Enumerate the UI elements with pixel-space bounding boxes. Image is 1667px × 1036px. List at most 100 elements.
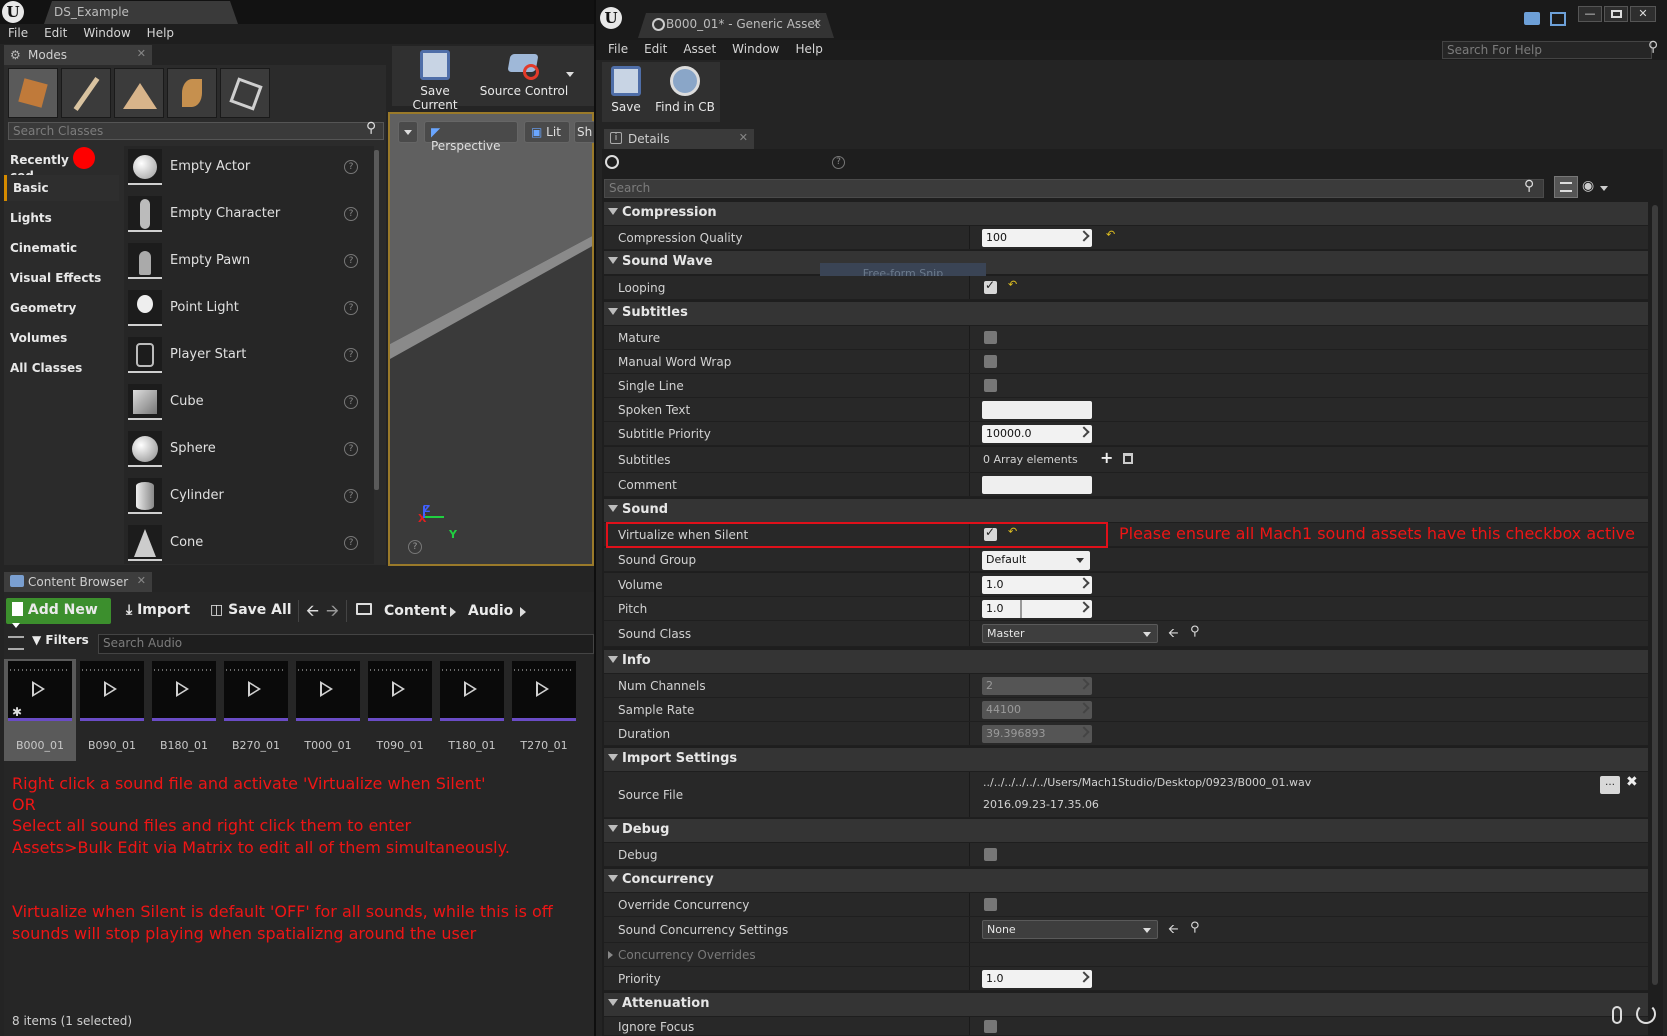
forward-arrow-icon[interactable]: 🡪 <box>326 600 339 627</box>
section-debug[interactable]: Debug <box>604 819 1648 842</box>
spoken-text-input[interactable] <box>982 401 1092 419</box>
column-splitter[interactable] <box>969 597 970 620</box>
refresh-icon[interactable] <box>1636 1004 1656 1024</box>
details-scrollbar[interactable] <box>1652 205 1658 985</box>
ignore-focus-checkbox[interactable] <box>984 1020 997 1033</box>
menu-file[interactable]: File <box>596 40 636 56</box>
clear-file-icon[interactable]: ✖ <box>1626 774 1638 790</box>
help-icon[interactable]: ? <box>344 395 358 409</box>
sources-toggle-icon[interactable] <box>8 636 24 650</box>
compression-quality-field[interactable]: 100 <box>982 229 1092 247</box>
menu-window[interactable]: Window <box>75 24 138 40</box>
section-info[interactable]: Info <box>604 650 1648 673</box>
column-splitter[interactable] <box>969 893 970 916</box>
back-arrow-icon[interactable]: 🡨 <box>306 600 319 627</box>
category-geometry[interactable]: Geometry <box>4 295 119 321</box>
eye-icon[interactable]: ◉ <box>1582 178 1594 194</box>
section-import-settings[interactable]: Import Settings <box>604 748 1648 771</box>
manual-word-wrap-checkbox[interactable] <box>984 355 997 368</box>
column-splitter[interactable] <box>969 473 970 496</box>
mature-checkbox[interactable] <box>984 331 997 344</box>
chat-icon[interactable] <box>1524 12 1540 25</box>
menu-file[interactable]: File <box>0 24 36 40</box>
menu-asset[interactable]: Asset <box>675 40 724 56</box>
chevron-down-icon[interactable] <box>566 72 574 77</box>
chevron-down-icon[interactable] <box>1600 186 1608 191</box>
column-splitter[interactable] <box>969 326 970 349</box>
column-splitter[interactable] <box>969 374 970 397</box>
help-icon[interactable]: ? <box>832 156 845 169</box>
maximize-button[interactable] <box>1604 6 1628 22</box>
actor-list-scrollbar[interactable] <box>374 150 379 490</box>
chevron-right-icon[interactable] <box>520 607 526 617</box>
column-splitter[interactable] <box>969 350 970 373</box>
asset-tile-t270[interactable] <box>512 661 576 721</box>
subtitle-priority-field[interactable]: 10000.0 <box>982 425 1092 443</box>
column-splitter[interactable] <box>969 398 970 421</box>
save-button[interactable]: Save <box>604 66 648 114</box>
menu-help[interactable]: Help <box>139 24 182 40</box>
browse-magnifier-icon[interactable]: ⚲ <box>1190 624 1200 639</box>
concurrency-settings-dropdown[interactable]: None <box>982 920 1158 939</box>
help-icon[interactable]: ? <box>344 160 358 174</box>
close-icon[interactable]: ✕ <box>813 17 822 30</box>
section-concurrency[interactable]: Concurrency <box>604 869 1648 892</box>
lit-button[interactable]: ▣ Lit <box>524 121 570 143</box>
column-splitter[interactable] <box>969 772 970 817</box>
close-window-button[interactable]: ✕ <box>1630 6 1656 22</box>
level-tab[interactable]: DS_Example <box>44 1 238 24</box>
help-icon[interactable]: ? <box>344 489 358 503</box>
place-mode-button[interactable] <box>8 68 58 118</box>
help-icon[interactable]: ? <box>344 207 358 221</box>
asset-tile-b000[interactable]: ✱ <box>8 661 72 721</box>
override-concurrency-checkbox[interactable] <box>984 898 997 911</box>
category-cinematic[interactable]: Cinematic <box>4 235 119 261</box>
asset-tile-b270[interactable] <box>224 661 288 721</box>
add-new-button[interactable]: Add New <box>6 598 111 628</box>
menu-window[interactable]: Window <box>724 40 787 56</box>
category-volumes[interactable]: Volumes <box>4 325 119 351</box>
foliage-mode-button[interactable] <box>167 68 217 118</box>
actor-item-empty-pawn[interactable]: Empty Pawn? <box>124 240 368 284</box>
viewport-options-button[interactable] <box>398 121 418 143</box>
help-icon[interactable]: ? <box>344 301 358 315</box>
actor-item-cylinder[interactable]: Cylinder? <box>124 475 368 519</box>
sound-group-dropdown[interactable]: Default <box>982 551 1090 570</box>
category-all-classes[interactable]: All Classes <box>4 355 119 381</box>
help-icon[interactable]: ? <box>344 442 358 456</box>
column-splitter[interactable] <box>969 422 970 445</box>
column-splitter[interactable] <box>969 722 970 745</box>
asset-tab[interactable]: B000_01* - Generic Asset ✕ <box>638 13 834 38</box>
looping-checkbox[interactable] <box>984 278 997 294</box>
close-icon[interactable]: ✕ <box>137 47 146 60</box>
import-button[interactable]: ⤓ Import <box>120 598 196 624</box>
actor-item-player-start[interactable]: Player Start? <box>124 334 368 378</box>
column-splitter[interactable] <box>969 573 970 596</box>
volume-field[interactable]: 1.0 <box>982 576 1092 594</box>
help-icon[interactable]: ? <box>344 536 358 550</box>
close-icon[interactable]: ✕ <box>137 574 146 587</box>
modes-tab[interactable]: ⚙ Modes ✕ <box>4 45 152 65</box>
actor-item-empty-actor[interactable]: Empty Actor? <box>124 146 368 190</box>
asset-tile-b090[interactable] <box>80 661 144 721</box>
viewport-help-icon[interactable]: ? <box>408 540 422 554</box>
property-matrix-button[interactable] <box>1554 176 1578 198</box>
save-all-button[interactable]: ◫ Save All <box>204 598 298 624</box>
asset-tile-b180[interactable] <box>152 661 216 721</box>
slider-marker[interactable] <box>1020 600 1022 618</box>
find-in-cb-button[interactable]: Find in CB <box>652 66 718 114</box>
reset-to-default-icon[interactable]: ↶ <box>1008 278 1017 291</box>
comment-input[interactable] <box>982 476 1092 494</box>
single-line-checkbox[interactable] <box>984 379 997 392</box>
section-subtitles[interactable]: Subtitles <box>604 302 1648 325</box>
tutorial-icon[interactable] <box>1550 12 1566 26</box>
close-icon[interactable]: ✕ <box>739 131 748 144</box>
filters-button[interactable]: ▼ Filters <box>32 633 89 647</box>
pitch-field[interactable]: 1.0 <box>982 600 1092 618</box>
column-splitter[interactable] <box>969 943 970 966</box>
section-attenuation[interactable]: Attenuation <box>604 993 1648 1016</box>
actor-item-cube[interactable]: Cube? <box>124 381 368 425</box>
column-splitter[interactable] <box>969 548 970 571</box>
details-tab[interactable]: i Details ✕ <box>604 129 754 149</box>
asset-tile-t090[interactable] <box>368 661 432 721</box>
